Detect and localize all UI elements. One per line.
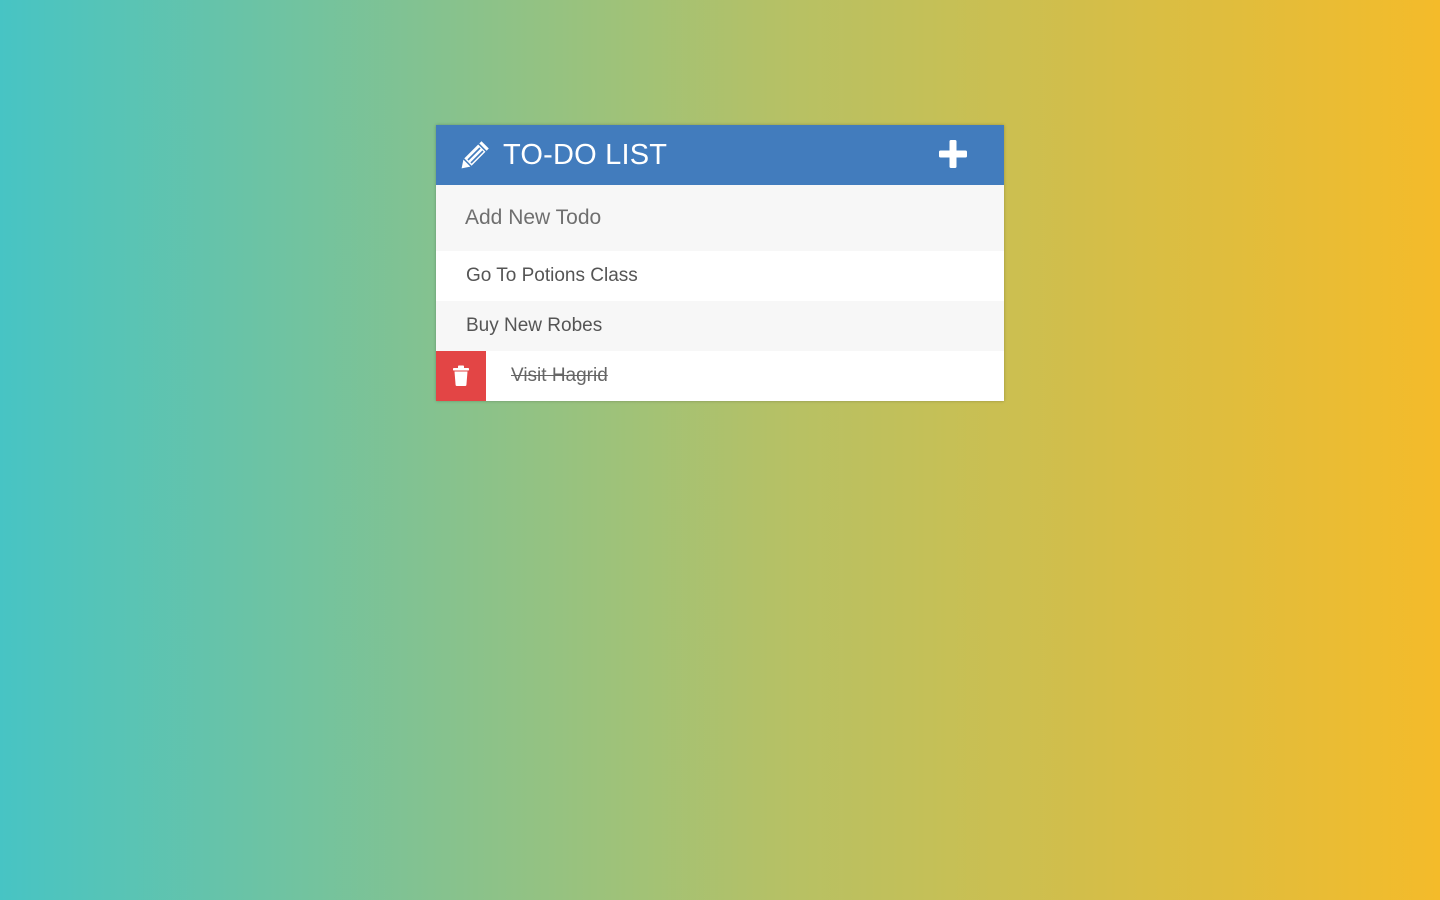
todo-item[interactable]: Go To Potions Class (436, 251, 1004, 301)
page-title: TO-DO LIST (503, 139, 668, 171)
todo-header: TO-DO LIST (436, 125, 1004, 185)
todo-card: TO-DO LIST Go To Potions Class (436, 125, 1004, 401)
plus-icon[interactable] (938, 139, 968, 169)
todo-text: Visit Hagrid (511, 365, 608, 386)
todo-list: Go To Potions Class Buy New Robes Visit … (436, 251, 1004, 401)
todo-text: Go To Potions Class (466, 265, 638, 286)
delete-button[interactable] (436, 351, 486, 401)
todo-item[interactable]: Visit Hagrid (436, 351, 1004, 401)
new-todo-input[interactable] (436, 185, 1004, 251)
todo-item[interactable]: Buy New Robes (436, 301, 1004, 351)
todo-text: Buy New Robes (466, 315, 603, 336)
trash-icon (453, 365, 469, 386)
pencil-icon (461, 141, 489, 169)
new-todo-row (436, 185, 1004, 251)
